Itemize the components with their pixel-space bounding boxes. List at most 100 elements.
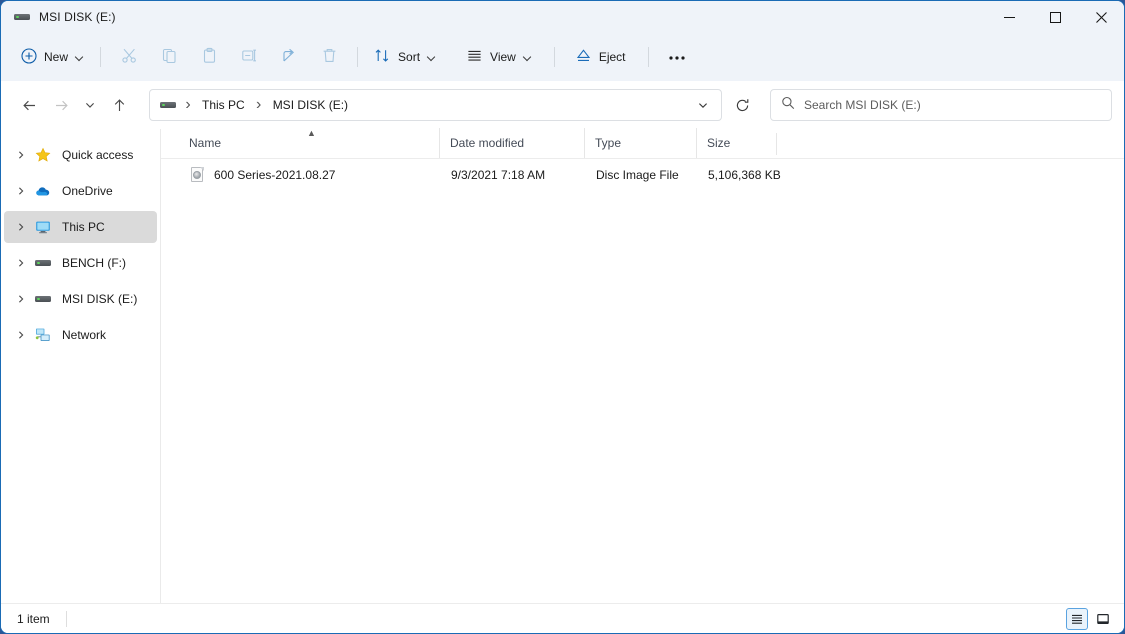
column-header-label: Name [189, 136, 222, 150]
sidebar-item-label: This PC [62, 220, 105, 234]
caret-up-icon: ▲ [307, 128, 316, 138]
window-controls [986, 1, 1124, 33]
file-size: 5,106,368 KB [708, 168, 781, 182]
trash-icon [321, 47, 338, 67]
minimize-button[interactable] [986, 1, 1032, 33]
monitor-icon [32, 219, 54, 235]
sidebar-item-label: MSI DISK (E:) [62, 292, 138, 306]
item-count-label: 1 item [17, 611, 50, 626]
window-body: Quick access OneDrive This PC BENCH (F:)… [1, 128, 1124, 603]
title-bar: MSI DISK (E:) [1, 1, 1124, 33]
paste-button[interactable] [189, 41, 229, 73]
see-more-button[interactable] [657, 41, 697, 73]
breadcrumb-separator: › [185, 96, 191, 113]
sidebar-item-network[interactable]: Network [4, 319, 157, 351]
column-header-label: Date modified [450, 136, 525, 150]
cut-button[interactable] [109, 41, 149, 73]
toolbar-divider-4 [647, 47, 649, 67]
chevron-down-icon [427, 53, 436, 62]
toolbar-divider-3 [553, 47, 555, 67]
large-icons-view-button[interactable] [1092, 608, 1114, 630]
breadcrumb-bar[interactable]: › This PC › MSI DISK (E:) [149, 89, 722, 121]
breadcrumb: › This PC › MSI DISK (E:) [160, 95, 689, 115]
chevron-right-icon[interactable] [10, 222, 32, 232]
search-input[interactable] [804, 98, 1101, 112]
file-type: Disc Image File [596, 168, 679, 182]
chevron-down-icon [75, 53, 84, 62]
address-bar: › This PC › MSI DISK (E:) [1, 81, 1124, 129]
eject-icon [575, 47, 592, 67]
rename-icon [241, 47, 258, 67]
breadcrumb-item-msi-disk[interactable]: MSI DISK (E:) [267, 95, 354, 115]
file-date-modified: 9/3/2021 7:18 AM [451, 168, 546, 182]
new-button[interactable]: New [13, 41, 92, 73]
address-dropdown-button[interactable] [689, 91, 717, 119]
scissors-icon [121, 47, 138, 67]
column-header-name[interactable]: Name ▲ [189, 128, 439, 158]
window-title: MSI DISK (E:) [39, 10, 116, 24]
drive-icon [32, 255, 54, 271]
table-row[interactable]: 600 Series-2021.08.27 9/3/2021 7:18 AM D… [169, 163, 1120, 187]
title-bar-left: MSI DISK (E:) [1, 9, 116, 25]
status-bar: 1 item [1, 603, 1124, 633]
maximize-button[interactable] [1032, 1, 1078, 33]
chevron-right-icon[interactable] [10, 294, 32, 304]
column-headers: Name ▲ Date modified Type Size [161, 128, 1124, 159]
chevron-right-icon[interactable] [10, 150, 32, 160]
file-name: 600 Series-2021.08.27 [214, 168, 336, 182]
sidebar-item-bench-f[interactable]: BENCH (F:) [4, 247, 157, 279]
star-icon [32, 147, 54, 163]
sidebar-item-quick-access[interactable]: Quick access [4, 139, 157, 171]
eject-button-label: Eject [598, 50, 626, 64]
column-header-size[interactable]: Size [696, 128, 776, 158]
breadcrumb-item-this-pc[interactable]: This PC [196, 95, 251, 115]
drive-icon [160, 97, 180, 113]
command-bar: New Sort View Eject [1, 33, 1124, 81]
navigation-pane: Quick access OneDrive This PC BENCH (F:)… [1, 129, 161, 603]
toolbar-divider-2 [357, 47, 359, 67]
network-icon [32, 327, 54, 343]
back-button[interactable] [13, 89, 45, 121]
sidebar-item-msi-disk-e[interactable]: MSI DISK (E:) [4, 283, 157, 315]
recent-locations-button[interactable] [77, 89, 103, 121]
sidebar-item-label: BENCH (F:) [62, 256, 126, 270]
sidebar-item-label: Quick access [62, 148, 134, 162]
chevron-right-icon[interactable] [10, 330, 32, 340]
copy-button[interactable] [149, 41, 189, 73]
drive-icon [32, 291, 54, 307]
content-pane: Name ▲ Date modified Type Size 600 Serie… [161, 128, 1124, 603]
view-button[interactable]: View [458, 41, 540, 73]
sidebar-item-label: OneDrive [62, 184, 113, 198]
sidebar-item-onedrive[interactable]: OneDrive [4, 175, 157, 207]
cloud-icon [32, 183, 54, 199]
sidebar-item-label: Network [62, 328, 107, 342]
rename-button[interactable] [229, 41, 269, 73]
share-button[interactable] [269, 41, 309, 73]
new-button-label: New [44, 50, 69, 64]
lines-icon [466, 47, 483, 67]
details-view-button[interactable] [1066, 607, 1088, 630]
delete-button[interactable] [309, 41, 349, 73]
file-list: 600 Series-2021.08.27 9/3/2021 7:18 AM D… [161, 159, 1124, 603]
refresh-button[interactable] [726, 89, 758, 121]
column-header-label: Type [595, 136, 622, 150]
plus-circle-icon [21, 47, 37, 67]
file-explorer-window: MSI DISK (E:) New Sort View Eject › This… [0, 0, 1125, 634]
close-button[interactable] [1078, 1, 1124, 33]
forward-button[interactable] [45, 89, 77, 121]
share-icon [281, 47, 298, 67]
column-header-date-modified[interactable]: Date modified [439, 128, 584, 158]
status-divider [65, 610, 67, 627]
sidebar-item-this-pc[interactable]: This PC [4, 211, 157, 243]
up-button[interactable] [103, 89, 135, 121]
chevron-right-icon[interactable] [10, 186, 32, 196]
chevron-right-icon[interactable] [10, 258, 32, 268]
sort-button[interactable]: Sort [366, 41, 444, 73]
column-header-type[interactable]: Type [584, 128, 696, 158]
column-header-end-divider [776, 132, 777, 155]
disc-image-file-icon [187, 167, 209, 183]
breadcrumb-separator: › [256, 96, 262, 113]
copy-icon [161, 47, 178, 67]
eject-button[interactable]: Eject [567, 41, 634, 73]
search-box[interactable] [770, 89, 1112, 121]
